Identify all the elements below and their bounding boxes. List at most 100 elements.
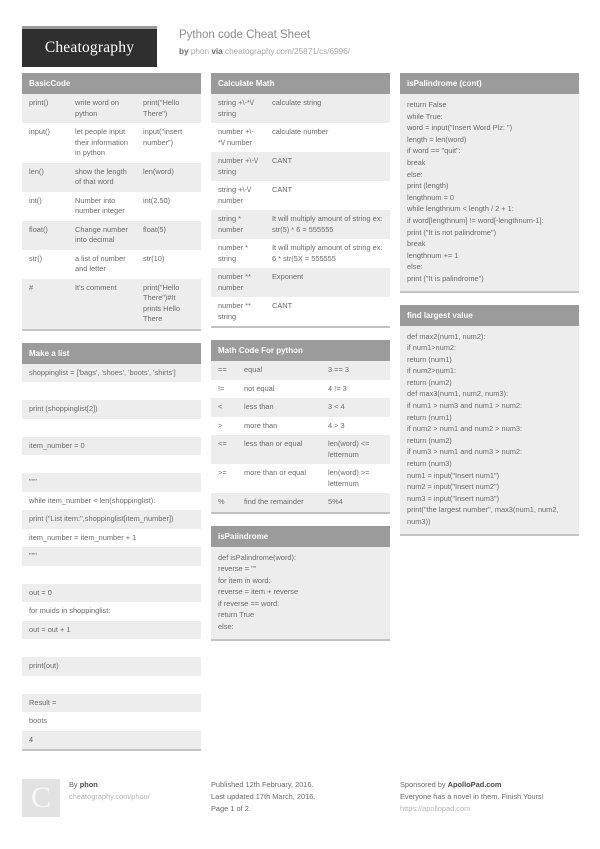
row-desc: write word on python xyxy=(75,98,119,118)
card-title: Calculate Math xyxy=(211,73,390,94)
code-line: else: xyxy=(407,262,423,272)
make-a-list-rows: shoppinglist = ['bags', 'shoes', 'boots'… xyxy=(22,363,201,749)
row-value: calculate string xyxy=(272,98,322,107)
avatar: C xyxy=(22,779,60,817)
list-item: print ("List item:",shoppinglist[item_nu… xyxy=(22,510,201,529)
sponsor-prefix: Sponsored by xyxy=(400,780,446,789)
table-row: string * number It will multiply amount … xyxy=(211,210,390,239)
sponsor-line: Sponsored by ApolloPad.com xyxy=(400,779,544,791)
list-item: out = 0 xyxy=(22,583,201,602)
row-desc: Change number into decimal xyxy=(75,224,129,245)
code-line: return (num1) xyxy=(407,354,452,364)
row-example: len(word) >= letternum xyxy=(328,468,370,488)
page-header: Cheatography Python code Cheat Sheet by … xyxy=(22,0,578,67)
list-item-spacer xyxy=(22,455,201,473)
table-row: != not equal 4 != 3 xyxy=(211,379,390,398)
by-label: by xyxy=(179,47,189,56)
table-row: % find the remainder 5%4 xyxy=(211,493,390,512)
code-line: if num1 > num3 and num1 > num2: xyxy=(407,401,523,411)
footer-author-url[interactable]: cheatography.com/phon/ xyxy=(69,791,150,803)
row-example: 3 == 3 xyxy=(328,365,349,374)
code-line: if num3 > num1 and num3 > num2: xyxy=(407,447,523,457)
code-line: return (num2) xyxy=(407,435,452,445)
list-item: shoppinglist = ['bags', 'shoes', 'boots'… xyxy=(22,363,201,382)
list-item: while item_number < len(shoppinglist): xyxy=(29,495,156,505)
row-example: 4 != 3 xyxy=(328,383,347,393)
cheat-sheet-page: Cheatography Python code Cheat Sheet by … xyxy=(0,0,600,849)
code-line: return True xyxy=(218,610,255,620)
code-line: if num2 > num1 and num2 > num3: xyxy=(407,424,523,434)
table-row: print() write word on python print("Hell… xyxy=(22,94,201,123)
table-row: int() Number into number integer int(2.5… xyxy=(22,191,201,221)
footer-sponsor-meta: Sponsored by ApolloPad.com Everyone has … xyxy=(400,779,544,817)
list-item: print (shoppinglist[2]) xyxy=(22,400,201,419)
code-line: length = len(word) xyxy=(407,134,467,144)
row-value: CANT xyxy=(272,301,293,310)
sponsor-url[interactable]: https://apollopad.com xyxy=(400,803,544,815)
row-value: len(word) xyxy=(143,166,174,176)
card-basic-code: BasicCode print() write word on python p… xyxy=(22,73,201,331)
code-line: lengthnum = 0 xyxy=(407,192,455,202)
sponsor-name[interactable]: ApolloPad.com xyxy=(448,780,502,789)
table-row: float() Change number into decimal float… xyxy=(22,220,201,250)
list-item: item_number = item_number + 1 xyxy=(29,532,137,542)
code-line: else: xyxy=(407,169,423,179)
row-key: int() xyxy=(29,195,42,205)
title-block: Python code Cheat Sheet by phon via chea… xyxy=(179,26,350,59)
code-line: break xyxy=(407,157,426,167)
row-key: number * string xyxy=(218,243,248,263)
cheatography-logo[interactable]: Cheatography xyxy=(22,26,157,67)
row-key: number ** string xyxy=(218,301,251,321)
code-line: def max2(num1, num2): xyxy=(407,331,486,341)
published-date: Published 12th February, 2016. xyxy=(211,780,314,789)
row-value: input("insert number") xyxy=(143,127,183,147)
card-title: isPalindrome xyxy=(211,525,390,547)
row-desc: not equal xyxy=(244,383,275,393)
card-title: find largest value xyxy=(400,304,579,326)
footer-by-line: By phon xyxy=(69,779,150,791)
table-row: # It's comment print("Hello There")#It p… xyxy=(22,278,201,329)
table-row: > more than 4 > 3 xyxy=(211,416,390,435)
code-line: def isPalindrome(word): xyxy=(218,552,297,562)
list-item-spacer xyxy=(22,382,201,400)
list-item: Result = xyxy=(22,693,201,712)
code-block: return False while True: word = input("I… xyxy=(400,94,579,291)
row-desc: show the length of that word xyxy=(75,166,127,187)
row-key: number +\-*\/ number xyxy=(218,127,254,147)
card-title: Math Code For python xyxy=(211,340,390,361)
table-row: number ** string CANT xyxy=(211,297,390,326)
code-line: print("the largest number", max3(num1, n… xyxy=(407,505,561,526)
code-line: num1 = input("Insert num1") xyxy=(407,470,500,480)
source-url-link[interactable]: cheatography.com/25871/cs/6996/ xyxy=(225,47,350,56)
row-value: print("Hello There")#It prints Hello The… xyxy=(143,282,180,324)
row-operator: != xyxy=(218,383,225,393)
code-line: num3 = input("Insert num3") xyxy=(407,493,500,503)
author-link[interactable]: phon xyxy=(191,47,209,56)
list-item: item_number = 0 xyxy=(22,436,201,455)
row-key: # xyxy=(29,282,34,292)
footer-by-label: By xyxy=(69,780,78,789)
card-is-palindrome: isPalindrome def isPalindrome(word): rev… xyxy=(211,525,390,641)
row-key: number +\-\/ string xyxy=(218,156,259,176)
code-line: lengthnum += 1 xyxy=(407,250,459,260)
math-code-rows: == equal 3 == 3 != not equal 4 != 3 < le… xyxy=(211,361,390,512)
code-line: reverse = item + reverse xyxy=(218,587,299,597)
code-line: return (num1) xyxy=(407,412,452,422)
code-line: print ("It is palindrome") xyxy=(407,273,484,283)
code-line: print ("It is not palindrome") xyxy=(407,227,497,237)
row-key: len() xyxy=(29,166,44,176)
row-value: It will multiply amount of string ex: st… xyxy=(272,214,383,234)
row-desc: Number into number integer xyxy=(75,195,125,216)
footer-author-name[interactable]: phon xyxy=(80,780,98,789)
row-operator: == xyxy=(218,365,227,374)
card-is-palindrome-cont: isPalindrome (cont) return False while T… xyxy=(400,73,579,293)
code-line: for item in word: xyxy=(218,575,271,585)
code-line: if word[lengthnum] != word[-lengthnum-1]… xyxy=(407,215,544,225)
code-block: def isPalindrome(word): reverse = "" for… xyxy=(211,546,390,639)
page-number: Page 1 of 2. xyxy=(211,804,251,813)
row-key: string * number xyxy=(218,214,244,234)
table-row: len() show the length of that word len(w… xyxy=(22,162,201,192)
code-line: word = input("Insert Word Plz: ") xyxy=(407,123,513,133)
row-key: input() xyxy=(29,127,50,136)
card-title: Make a list xyxy=(22,342,201,364)
